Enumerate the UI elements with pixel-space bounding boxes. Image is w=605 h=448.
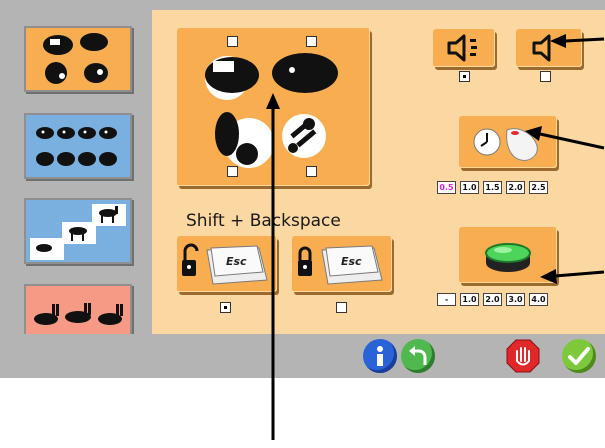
checkbox-top-right[interactable]	[306, 36, 317, 47]
timer-mouse-button[interactable]	[459, 116, 557, 168]
shortcut-label: Shift + Backspace	[186, 211, 341, 231]
green-switch-icon	[485, 243, 531, 272]
check-icon	[568, 347, 590, 365]
locked-esc-button[interactable]: Esc	[292, 236, 392, 292]
repeat-option-4-0[interactable]: 4.0	[529, 293, 548, 306]
interval-option-2-5[interactable]: 2.5	[529, 181, 548, 194]
interval-option-1-0[interactable]: 1.0	[460, 181, 479, 194]
play-all-button[interactable]	[177, 28, 370, 186]
repeat-option-1-0[interactable]: 1.0	[460, 293, 479, 306]
steps-camel-icon	[30, 204, 126, 260]
interval-option-1-5[interactable]: 1.5	[483, 181, 502, 194]
repeat-option-3-0[interactable]: 3.0	[506, 293, 525, 306]
switch-button[interactable]	[459, 227, 557, 283]
category-button-animals[interactable]	[24, 113, 132, 179]
repeat-option-none[interactable]: -	[437, 293, 456, 306]
speaker-voice-icon	[447, 34, 477, 62]
interval-option-0-5[interactable]: 0.5	[437, 181, 456, 194]
repeat-option-2-0[interactable]: 2.0	[483, 293, 502, 306]
unlocked-esc-icon: Esc	[182, 243, 268, 285]
unlocked-esc-button[interactable]: Esc	[177, 236, 277, 292]
ok-button[interactable]	[562, 339, 596, 373]
mute-sound-button[interactable]	[516, 29, 582, 67]
checkbox-locked[interactable]	[336, 302, 347, 313]
svg-text:Esc: Esc	[226, 255, 247, 268]
animal-shadows-icon	[36, 127, 117, 166]
info-icon	[377, 346, 383, 366]
timer-mouse-icon	[473, 128, 538, 161]
speaker-mute-icon	[532, 34, 551, 62]
checkbox-top-left[interactable]	[227, 36, 238, 47]
checkbox-voice[interactable]	[459, 71, 470, 82]
top-strip	[152, 0, 605, 10]
locked-esc-icon: Esc	[298, 245, 383, 285]
svg-text:Esc: Esc	[341, 255, 362, 268]
category-button-silhouettes[interactable]	[24, 26, 132, 92]
checkbox-bottom-right[interactable]	[306, 166, 317, 177]
stop-button[interactable]	[506, 339, 540, 373]
checkbox-unlocked[interactable]	[220, 302, 231, 313]
checkbox-bottom-left[interactable]	[227, 166, 238, 177]
play-all-icon	[205, 53, 338, 168]
category-button-steps[interactable]	[24, 198, 132, 264]
stop-hand-icon	[506, 339, 540, 373]
checkbox-mute[interactable]	[540, 71, 551, 82]
interval-option-2-0[interactable]: 2.0	[506, 181, 525, 194]
voice-sound-button[interactable]	[433, 29, 495, 67]
back-button[interactable]	[401, 339, 435, 373]
info-button[interactable]	[363, 339, 397, 373]
back-icon	[409, 346, 427, 365]
silhouettes-icon	[43, 33, 108, 84]
